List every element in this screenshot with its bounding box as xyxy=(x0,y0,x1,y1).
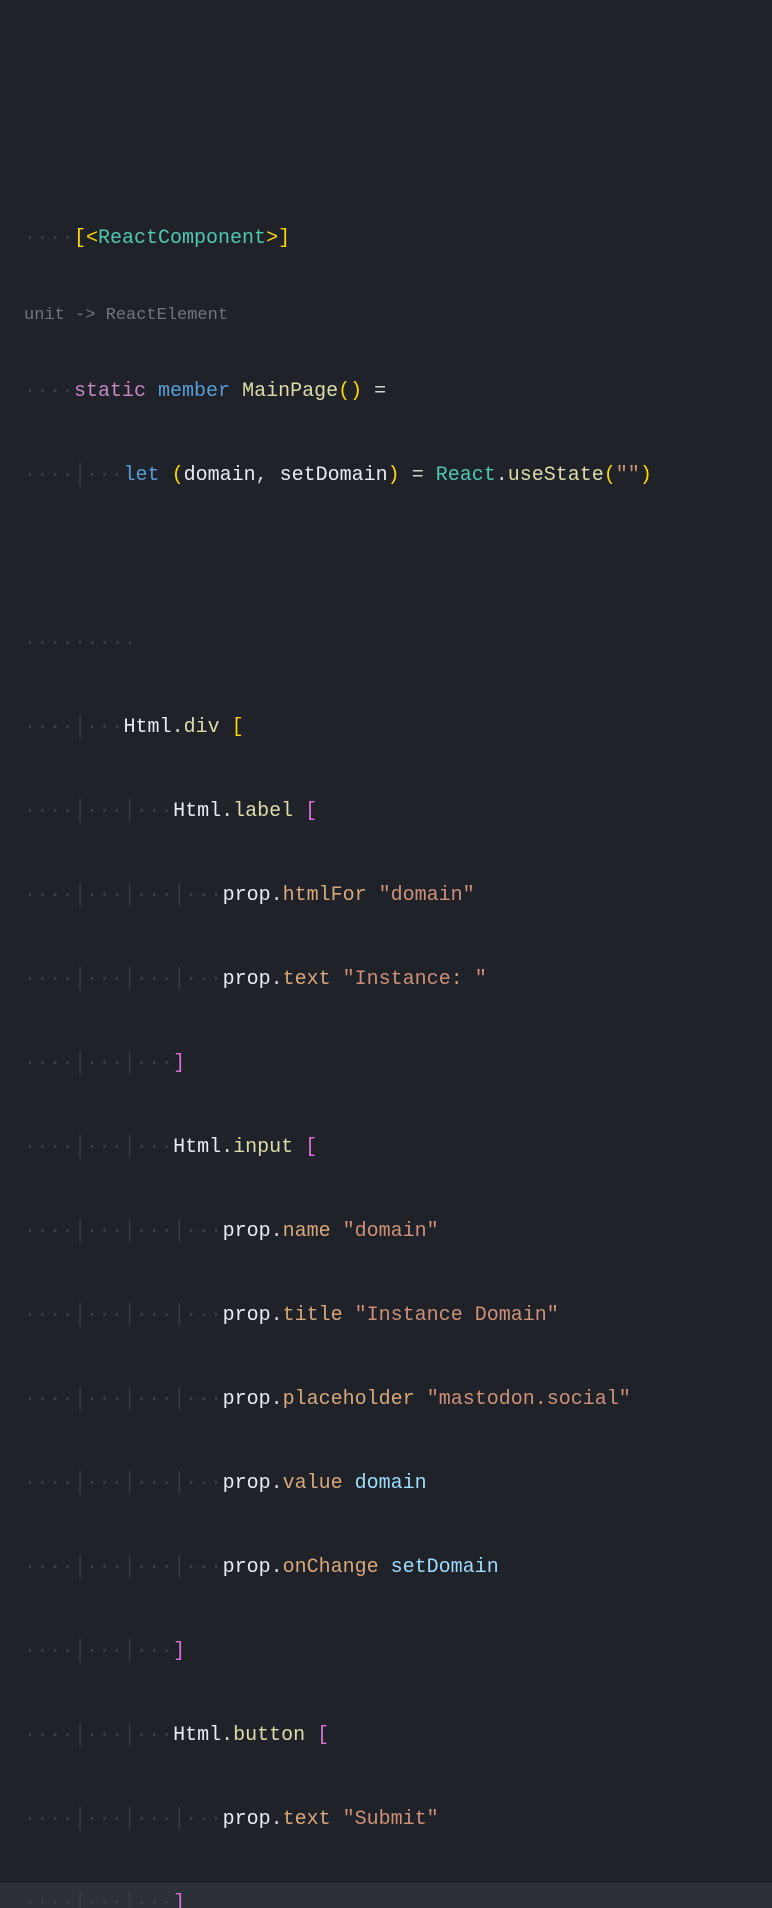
kw-let: let xyxy=(124,464,160,487)
prop-ident: prop xyxy=(223,1220,271,1243)
function-name: MainPage xyxy=(242,380,338,403)
type-hint: unit -> ReactElement xyxy=(0,302,772,329)
text-prop: text xyxy=(283,1808,331,1831)
code-line: ····│···│···│···prop.placeholder "mastod… xyxy=(0,1379,772,1421)
code-line: ····│···│···Html.input [ xyxy=(0,1127,772,1169)
usestate-call: useState xyxy=(508,464,604,487)
bracket-close: ] xyxy=(173,1052,185,1075)
placeholder-prop: placeholder xyxy=(283,1388,415,1411)
var-domain-ref: domain xyxy=(355,1472,427,1495)
code-line: ····│···│···] xyxy=(0,1043,772,1085)
prop-ident: prop xyxy=(223,1388,271,1411)
attr-name: ReactComponent xyxy=(98,227,266,250)
bracket-open: [ xyxy=(317,1724,329,1747)
html-ident: Html xyxy=(124,716,172,739)
html-ident: Html xyxy=(173,1724,221,1747)
bracket-open: [ xyxy=(305,800,317,823)
var-domain: domain xyxy=(184,464,256,487)
str-domain: "domain" xyxy=(343,1220,439,1243)
title-prop: title xyxy=(283,1304,343,1327)
call-open: ( xyxy=(604,464,616,487)
dot: . xyxy=(271,1220,283,1243)
bracket-open: [ xyxy=(305,1136,317,1159)
code-line: ····static member MainPage() = xyxy=(0,371,772,413)
dot: . xyxy=(221,1136,233,1159)
dot: . xyxy=(496,464,508,487)
code-line: ····│···│···│···prop.htmlFor "domain" xyxy=(0,875,772,917)
paren-open: ( xyxy=(172,464,184,487)
text-prop: text xyxy=(283,968,331,991)
code-line: ····│···Html.div [ xyxy=(0,707,772,749)
name-prop: name xyxy=(283,1220,331,1243)
dot: . xyxy=(271,1556,283,1579)
str-domain: "domain" xyxy=(379,884,475,907)
dot: . xyxy=(271,968,283,991)
label-call: label xyxy=(233,800,293,823)
blank-line: ········· xyxy=(0,623,772,665)
call-close: ) xyxy=(640,464,652,487)
str-submit: "Submit" xyxy=(343,1808,439,1831)
kw-member: member xyxy=(158,380,230,403)
prop-ident: prop xyxy=(223,1304,271,1327)
dot: . xyxy=(172,716,184,739)
prop-ident: prop xyxy=(223,968,271,991)
blank-line xyxy=(0,539,772,581)
prop-ident: prop xyxy=(223,1808,271,1831)
dot: . xyxy=(271,1388,283,1411)
prop-ident: prop xyxy=(223,884,271,907)
parens: () xyxy=(338,380,362,403)
code-line: ····[<ReactComponent>] xyxy=(0,218,772,260)
div-call: div xyxy=(184,716,220,739)
code-line: ····│···│···│···prop.text "Instance: " xyxy=(0,959,772,1001)
comma: , xyxy=(256,464,268,487)
str-mastodon: "mastodon.social" xyxy=(427,1388,631,1411)
code-line: ····│···│···│···prop.name "domain" xyxy=(0,1211,772,1253)
button-call: button xyxy=(233,1724,305,1747)
onchange-prop: onChange xyxy=(283,1556,379,1579)
dot: . xyxy=(221,1724,233,1747)
code-line: ····│···│···Html.label [ xyxy=(0,791,772,833)
var-setdomain-ref: setDomain xyxy=(391,1556,499,1579)
value-prop: value xyxy=(283,1472,343,1495)
code-line: ····│···│···│···prop.text "Submit" xyxy=(0,1799,772,1841)
code-line-highlighted: ····│···│···] xyxy=(0,1883,772,1908)
htmlfor-prop: htmlFor xyxy=(283,884,367,907)
str-instance: "Instance: " xyxy=(343,968,487,991)
op-eq: = xyxy=(412,464,424,487)
input-call: input xyxy=(233,1136,293,1159)
dot: . xyxy=(221,800,233,823)
dot: . xyxy=(271,1808,283,1831)
prop-ident: prop xyxy=(223,1556,271,1579)
dot: . xyxy=(271,1304,283,1327)
bracket-close: ] xyxy=(173,1640,185,1663)
op-eq: = xyxy=(374,380,386,403)
html-ident: Html xyxy=(173,1136,221,1159)
react-ident: React xyxy=(436,464,496,487)
code-line: ····│···│···] xyxy=(0,1631,772,1673)
kw-static: static xyxy=(74,380,146,403)
empty-string: "" xyxy=(616,464,640,487)
attr-open: [< xyxy=(74,227,98,250)
code-line: ····│···│···│···prop.value domain xyxy=(0,1463,772,1505)
bracket-open: [ xyxy=(232,716,244,739)
str-instance-domain: "Instance Domain" xyxy=(355,1304,559,1327)
code-line: ····│···│···│···prop.onChange setDomain xyxy=(0,1547,772,1589)
code-line: ····│···│···Html.button [ xyxy=(0,1715,772,1757)
var-setdomain: setDomain xyxy=(280,464,388,487)
bracket-close: ] xyxy=(173,1892,185,1908)
prop-ident: prop xyxy=(223,1472,271,1495)
html-ident: Html xyxy=(173,800,221,823)
paren-close: ) xyxy=(388,464,400,487)
attr-close: >] xyxy=(266,227,290,250)
code-line: ····│···let (domain, setDomain) = React.… xyxy=(0,455,772,497)
code-line: ····│···│···│···prop.title "Instance Dom… xyxy=(0,1295,772,1337)
dot: . xyxy=(271,1472,283,1495)
code-editor[interactable]: ····[<ReactComponent>] unit -> ReactElem… xyxy=(0,176,772,1908)
dot: . xyxy=(271,884,283,907)
